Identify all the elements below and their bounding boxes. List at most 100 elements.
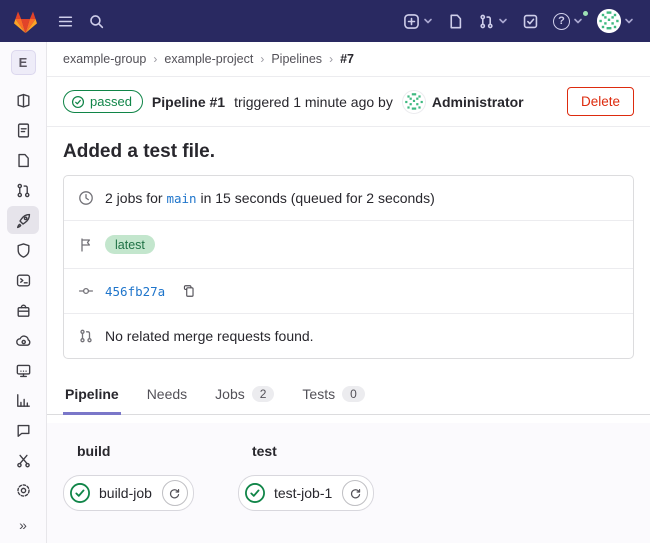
stage-name: test	[252, 443, 374, 459]
job-name: build-job	[99, 485, 154, 501]
sidebar-item-package-icon[interactable]	[7, 296, 39, 324]
stage-name: build	[77, 443, 194, 459]
clock-icon	[78, 190, 94, 206]
merge-requests-text: No related merge requests found.	[105, 328, 314, 344]
branch-link[interactable]: main	[166, 191, 196, 206]
stage-test: test test-job-1	[238, 443, 374, 511]
sidebar-item-scissors-icon[interactable]	[7, 446, 39, 474]
tab-label: Pipeline	[65, 386, 119, 402]
job-success-icon	[244, 482, 266, 504]
create-new-menu[interactable]	[399, 9, 437, 34]
breadcrumb-pipelines-link[interactable]: Pipelines	[271, 52, 322, 66]
main-content: example-group › example-project › Pipeli…	[47, 42, 650, 543]
duration-detail-text: in 15 seconds (queued for 2 seconds)	[200, 190, 434, 206]
job-pill-build-job[interactable]: build-job	[63, 475, 194, 511]
jobs-count-badge: 2	[252, 386, 275, 402]
retry-icon	[349, 487, 362, 500]
sidebar-item-bar-chart-icon[interactable]	[7, 386, 39, 414]
todo-list-icon[interactable]	[518, 9, 543, 34]
latest-badge: latest	[105, 235, 155, 254]
triggered-text: triggered 1 minute ago by	[234, 94, 393, 110]
sidebar-item-monitor-icon[interactable]	[7, 356, 39, 384]
status-badge: passed	[63, 90, 143, 113]
chevron-down-icon	[423, 16, 433, 26]
breadcrumb-current-page: #7	[340, 52, 354, 66]
pipeline-status-bar: passed Pipeline #1 triggered 1 minute ag…	[47, 77, 650, 127]
copy-icon	[182, 284, 196, 298]
pipeline-graph: build build-job test	[47, 423, 650, 543]
chevron-down-icon	[624, 16, 634, 26]
merge-request-icon	[78, 328, 94, 344]
commit-sha-link[interactable]: 456fb27a	[105, 284, 165, 299]
job-name: test-job-1	[274, 485, 334, 501]
gitlab-logo-icon[interactable]	[12, 9, 39, 34]
breadcrumb: example-group › example-project › Pipeli…	[47, 42, 650, 77]
tab-jobs[interactable]: Jobs 2	[213, 377, 276, 415]
flag-icon	[78, 237, 94, 253]
author-avatar	[402, 90, 426, 114]
delete-button[interactable]: Delete	[567, 87, 634, 116]
sidebar-item-shield-icon[interactable]	[7, 236, 39, 264]
jobs-count-text: 2 jobs for	[105, 190, 163, 206]
breadcrumb-separator: ›	[260, 52, 264, 66]
user-menu[interactable]	[593, 5, 638, 37]
issues-icon[interactable]	[443, 9, 468, 34]
chevron-down-icon	[498, 16, 508, 26]
breadcrumb-separator: ›	[153, 52, 157, 66]
breadcrumb-group-link[interactable]: example-group	[63, 52, 146, 66]
user-avatar	[597, 9, 621, 33]
project-avatar[interactable]: E	[11, 50, 36, 75]
merge-requests-row: No related merge requests found.	[64, 313, 633, 358]
sidebar-item-build-rocket-icon[interactable]	[7, 206, 39, 234]
pipeline-number: Pipeline #1	[152, 94, 225, 110]
sidebar-item-tag-icon[interactable]	[7, 146, 39, 174]
top-navigation-bar: ?	[0, 0, 650, 42]
pipeline-tabs: Pipeline Needs Jobs 2 Tests 0	[47, 377, 650, 415]
tests-count-badge: 0	[342, 386, 365, 402]
plus-icon	[403, 13, 420, 30]
sidebar-item-document-icon[interactable]	[7, 116, 39, 144]
sidebar-item-gear-icon[interactable]	[7, 476, 39, 504]
whats-new-dot	[582, 10, 589, 17]
hamburger-menu-icon[interactable]	[53, 9, 78, 34]
sidebar-item-cloud-gear-icon[interactable]	[7, 326, 39, 354]
sidebar-item-comment-icon[interactable]	[7, 416, 39, 444]
retry-icon	[168, 487, 181, 500]
tab-needs[interactable]: Needs	[145, 377, 189, 415]
status-badge-label: passed	[90, 94, 132, 109]
pipeline-summary-card: 2 jobs for main in 15 seconds (queued fo…	[63, 175, 634, 359]
stage-build: build build-job	[63, 443, 194, 511]
tab-pipeline[interactable]: Pipeline	[63, 377, 121, 415]
job-pill-test-job-1[interactable]: test-job-1	[238, 475, 374, 511]
copy-commit-button[interactable]	[182, 284, 196, 298]
commit-row: 456fb27a	[64, 268, 633, 313]
breadcrumb-separator: ›	[329, 52, 333, 66]
merge-request-icon	[478, 13, 495, 30]
latest-row: latest	[64, 220, 633, 268]
breadcrumb-project-link[interactable]: example-project	[164, 52, 253, 66]
commit-icon	[78, 283, 94, 299]
job-success-icon	[69, 482, 91, 504]
merge-requests-menu[interactable]	[474, 9, 512, 34]
author-name: Administrator	[432, 94, 524, 110]
tab-label: Tests	[302, 386, 335, 402]
sidebar-item-branch-icon[interactable]	[7, 176, 39, 204]
left-sidebar: E	[0, 42, 47, 543]
author[interactable]: Administrator	[402, 90, 524, 114]
tab-tests[interactable]: Tests 0	[300, 377, 366, 415]
page-title: Added a test file.	[47, 127, 650, 173]
retry-job-button[interactable]	[162, 480, 188, 506]
tab-label: Jobs	[215, 386, 245, 402]
sidebar-collapse-icon[interactable]: »	[0, 517, 46, 533]
chevron-down-icon	[573, 16, 583, 26]
duration-text: 2 jobs for main in 15 seconds (queued fo…	[105, 190, 435, 206]
sidebar-item-cube-icon[interactable]	[7, 86, 39, 114]
help-menu[interactable]: ?	[549, 9, 587, 34]
retry-job-button[interactable]	[342, 480, 368, 506]
duration-row: 2 jobs for main in 15 seconds (queued fo…	[64, 176, 633, 220]
search-icon[interactable]	[84, 9, 109, 34]
tab-label: Needs	[147, 386, 187, 402]
sidebar-item-terminal-icon[interactable]	[7, 266, 39, 294]
help-icon: ?	[553, 13, 570, 30]
check-circle-icon	[71, 95, 85, 109]
